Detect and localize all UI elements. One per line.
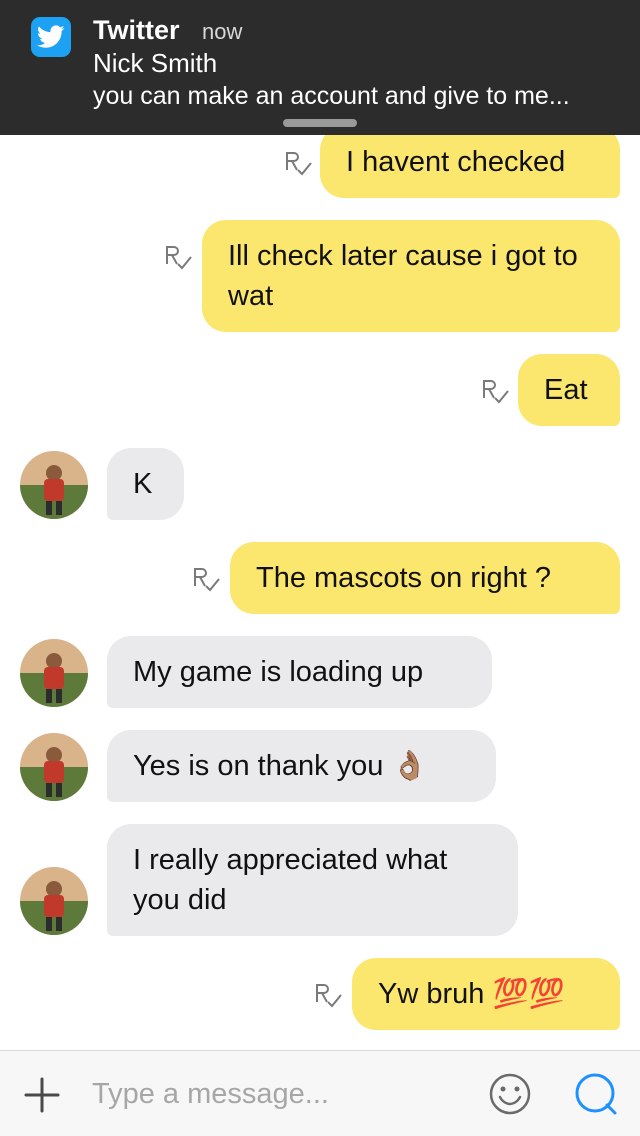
message-bubble-outgoing[interactable]: I havent checked <box>320 126 620 198</box>
avatar[interactable] <box>20 867 88 935</box>
message-composer <box>0 1050 640 1136</box>
avatar[interactable] <box>20 733 88 801</box>
notification-app-name: Twitter <box>93 15 180 45</box>
message-bubble-incoming[interactable]: I really appreciated what you did <box>107 824 518 936</box>
read-receipt-icon <box>286 152 312 176</box>
read-receipt-icon <box>483 380 509 404</box>
notification-banner[interactable]: Twitter now Nick Smith you can make an a… <box>0 0 640 135</box>
message-bubble-incoming[interactable]: My game is loading up <box>107 636 492 708</box>
read-receipt-icon <box>194 568 220 592</box>
twitter-app-icon <box>31 17 71 57</box>
chat-bubble-icon[interactable] <box>573 1071 619 1117</box>
message-bubble-outgoing[interactable]: Ill check later cause i got to wat <box>202 220 620 332</box>
notification-body: you can make an account and give to me..… <box>93 82 570 110</box>
message-bubble-outgoing[interactable]: The mascots on right ? <box>230 542 620 614</box>
notification-drag-handle[interactable] <box>283 119 357 127</box>
avatar[interactable] <box>20 451 88 519</box>
read-receipt-icon <box>166 246 192 270</box>
plus-icon[interactable] <box>22 1075 62 1115</box>
notification-time: now <box>202 19 243 44</box>
message-input[interactable] <box>78 1071 486 1117</box>
avatar[interactable] <box>20 639 88 707</box>
read-receipt-icon <box>316 984 342 1008</box>
notification-sender: Nick Smith <box>93 48 218 78</box>
message-bubble-outgoing[interactable]: Eat <box>518 354 620 426</box>
message-bubble-incoming[interactable]: K <box>107 448 184 520</box>
chat-screen: Twitter now Nick Smith you can make an a… <box>0 0 640 1136</box>
emoji-icon[interactable] <box>488 1072 532 1116</box>
message-bubble-outgoing[interactable]: Yw bruh 💯💯 <box>352 958 620 1030</box>
message-bubble-incoming[interactable]: Yes is on thank you 👌🏽 <box>107 730 496 802</box>
